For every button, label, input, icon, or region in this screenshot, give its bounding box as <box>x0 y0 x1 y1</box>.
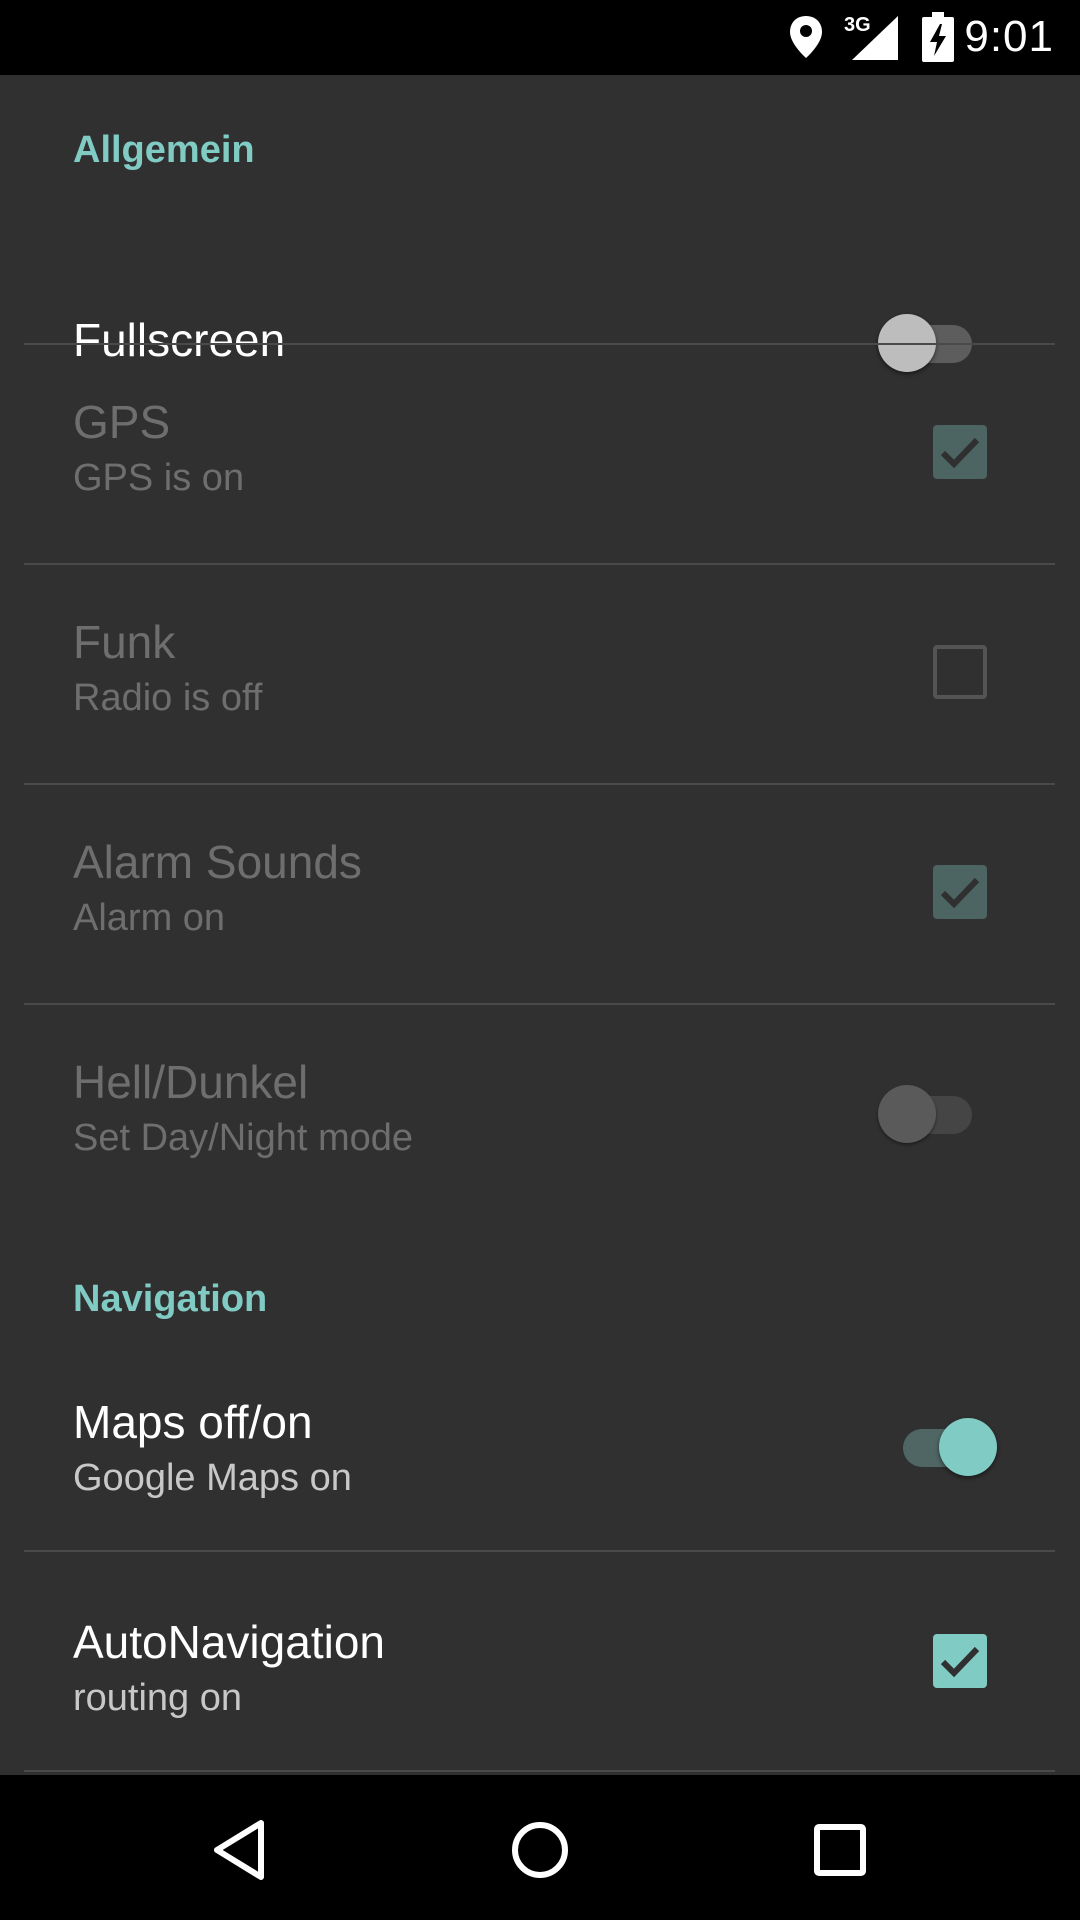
autonavigation-checkbox[interactable] <box>933 1634 987 1688</box>
signal-icon <box>852 16 898 65</box>
pref-title: Funk <box>73 616 176 668</box>
pref-summary: Alarm on <box>73 897 226 939</box>
back-icon[interactable] <box>205 1815 275 1885</box>
category-header-allgemein: Allgemein <box>73 129 255 171</box>
checkmark-icon <box>940 877 980 909</box>
checkmark-icon <box>940 437 980 469</box>
gps-checkbox[interactable] <box>933 425 987 479</box>
status-bar: 3G 9:01 <box>0 0 1080 75</box>
pref-title: GPS <box>73 396 171 448</box>
pref-title: Hell/Dunkel <box>73 1056 309 1108</box>
pref-summary: GPS is on <box>73 457 245 499</box>
switch-thumb <box>939 1418 997 1476</box>
pref-summary: Google Maps on <box>73 1457 352 1499</box>
divider <box>24 1770 1055 1772</box>
pref-gps[interactable]: GPS GPS is on <box>0 345 1080 563</box>
settings-screen: 3G 9:01 Allgemein Fullscreen GPS GPS is … <box>0 0 1080 1920</box>
battery-charging-icon <box>922 12 954 67</box>
system-nav-bar <box>0 1775 1080 1920</box>
switch-thumb <box>878 1085 936 1143</box>
pref-summary: routing on <box>73 1677 243 1719</box>
pref-summary: Radio is off <box>73 677 263 719</box>
maps-switch[interactable] <box>893 1417 997 1477</box>
status-time: 9:01 <box>964 12 1054 61</box>
checkmark-icon <box>940 1646 980 1678</box>
pref-title: AutoNavigation <box>73 1616 385 1668</box>
pref-title: Maps off/on <box>73 1396 313 1448</box>
pref-funk[interactable]: Funk Radio is off <box>0 565 1080 783</box>
alarm-sounds-checkbox[interactable] <box>933 865 987 919</box>
hell-dunkel-switch[interactable] <box>878 1084 982 1144</box>
pref-alarm-sounds[interactable]: Alarm Sounds Alarm on <box>0 785 1080 1003</box>
pref-hell-dunkel[interactable]: Hell/Dunkel Set Day/Night mode <box>0 1005 1080 1223</box>
location-pin-icon <box>788 14 824 65</box>
pref-title: Alarm Sounds <box>73 836 362 888</box>
preferences-list: Allgemein Fullscreen GPS GPS is on Funk … <box>0 75 1080 1775</box>
category-header-navigation: Navigation <box>73 1278 268 1320</box>
recents-icon[interactable] <box>805 1815 875 1885</box>
funk-checkbox[interactable] <box>933 645 987 699</box>
pref-autonavigation[interactable]: AutoNavigation routing on <box>0 1552 1080 1770</box>
home-icon[interactable] <box>505 1815 575 1885</box>
pref-summary: Set Day/Night mode <box>73 1117 414 1159</box>
